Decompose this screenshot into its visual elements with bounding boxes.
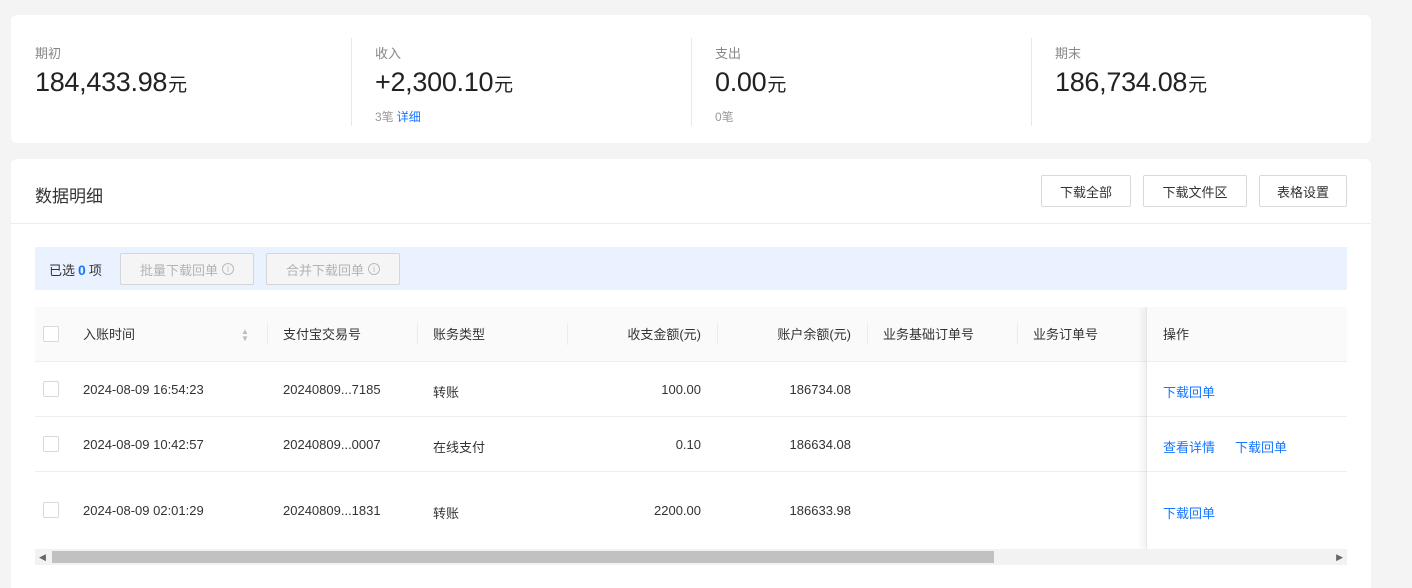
- column-header: 业务基础订单号: [883, 327, 975, 342]
- merge-download-button[interactable]: 合并下载回单 i: [266, 253, 400, 285]
- stat-label: 期初: [35, 46, 62, 61]
- column-divider: [567, 323, 568, 345]
- cell-type: 转账: [433, 506, 460, 521]
- detail-card: 数据明细 下载全部 下载文件区 表格设置 已选 0 项 批量下载回单 i 合并下载回单…: [11, 159, 1371, 588]
- batch-download-button[interactable]: 批量下载回单 i: [120, 253, 254, 285]
- column-divider: [717, 323, 718, 345]
- cell-time: 2024-08-09 16:54:23: [83, 382, 204, 397]
- scrollbar-thumb[interactable]: [52, 551, 994, 563]
- income-detail-link[interactable]: 详细: [397, 110, 421, 124]
- row-checkbox[interactable]: [43, 502, 59, 518]
- stat-value: +2,300.10元: [375, 67, 514, 97]
- table-settings-button[interactable]: 表格设置: [1259, 175, 1347, 207]
- table-row: 2024-08-09 02:01:29 20240809...1831 转账 2…: [35, 472, 1347, 549]
- cell-balance: 186634.08: [789, 437, 851, 452]
- column-header: 业务订单号: [1033, 327, 1099, 342]
- download-files-button[interactable]: 下载文件区: [1143, 175, 1247, 207]
- stat-opening: 期初 184,433.98元: [11, 15, 351, 143]
- column-divider: [867, 323, 868, 345]
- cell-balance: 186734.08: [789, 382, 851, 397]
- download-all-button[interactable]: 下载全部: [1041, 175, 1131, 207]
- table-row: 2024-08-09 16:54:23 20240809...7185 转账 1…: [35, 362, 1347, 417]
- cell-trade-no: 20240809...1831: [283, 503, 381, 518]
- stat-income: 收入 +2,300.10元 3笔 详细: [351, 15, 691, 143]
- download-receipt-link[interactable]: 下载回单: [1163, 382, 1215, 401]
- cell-trade-no: 20240809...7185: [283, 382, 381, 397]
- cell-amount: 100.00: [661, 382, 701, 397]
- scroll-right-arrow-icon[interactable]: ▶: [1336, 552, 1343, 563]
- column-header: 操作: [1163, 327, 1190, 342]
- stat-value: 184,433.98元: [35, 67, 188, 97]
- row-checkbox[interactable]: [43, 436, 59, 452]
- stat-label: 期末: [1055, 46, 1082, 61]
- selection-bar: 已选 0 项 批量下载回单 i 合并下载回单 i: [35, 247, 1347, 290]
- selection-count: 已选 0 项: [49, 262, 102, 278]
- column-divider: [267, 323, 268, 345]
- cell-amount: 0.10: [675, 437, 701, 452]
- row-checkbox[interactable]: [43, 381, 59, 397]
- download-receipt-link[interactable]: 下载回单: [1235, 437, 1287, 456]
- stat-label: 收入: [375, 46, 402, 61]
- info-icon: i: [368, 263, 380, 275]
- cell-time: 2024-08-09 10:42:57: [83, 437, 204, 452]
- cell-type: 转账: [433, 385, 460, 400]
- stat-closing: 期末 186,734.08元: [1031, 15, 1371, 143]
- download-receipt-link[interactable]: 下载回单: [1163, 503, 1215, 522]
- stat-value: 0.00元: [715, 67, 787, 97]
- stat-expense: 支出 0.00元 0笔: [691, 15, 1031, 143]
- column-divider: [1017, 323, 1018, 345]
- view-details-link[interactable]: 查看详情: [1163, 437, 1215, 456]
- stat-count: 3笔 详细: [375, 110, 421, 124]
- section-title: 数据明细: [35, 187, 103, 206]
- table-header: 入账时间 ▲ ▼ 支付宝交易号 账务类型 收支金额(元) 账户余额(元) 业务基础…: [35, 307, 1347, 362]
- data-table: 入账时间 ▲ ▼ 支付宝交易号 账务类型 收支金额(元) 账户余额(元) 业务基础…: [35, 307, 1347, 549]
- cell-amount: 2200.00: [654, 503, 701, 518]
- horizontal-scrollbar[interactable]: ◀ ▶: [35, 549, 1347, 565]
- select-all-checkbox[interactable]: [43, 326, 59, 342]
- column-divider: [417, 323, 418, 345]
- table-row: 2024-08-09 10:42:57 20240809...0007 在线支付…: [35, 417, 1347, 472]
- column-header: 账务类型: [433, 327, 486, 342]
- cell-balance: 186633.98: [789, 503, 851, 518]
- cell-time: 2024-08-09 02:01:29: [83, 503, 204, 518]
- summary-card: 期初 184,433.98元 收入 +2,300.10元 3笔 详细 支出 0.0…: [11, 15, 1371, 143]
- column-header: 收支金额(元): [627, 327, 701, 342]
- column-header: 支付宝交易号: [283, 327, 362, 342]
- cell-trade-no: 20240809...0007: [283, 437, 381, 452]
- stat-value: 186,734.08元: [1055, 67, 1208, 97]
- scroll-left-arrow-icon[interactable]: ◀: [39, 552, 46, 563]
- sort-icon[interactable]: ▲ ▼: [241, 328, 249, 343]
- stat-label: 支出: [715, 46, 742, 61]
- stat-count: 0笔: [715, 110, 734, 124]
- column-header: 账户余额(元): [777, 327, 851, 342]
- cell-type: 在线支付: [433, 440, 486, 455]
- info-icon: i: [222, 263, 234, 275]
- divider: [11, 223, 1371, 224]
- column-header: 入账时间: [83, 327, 136, 342]
